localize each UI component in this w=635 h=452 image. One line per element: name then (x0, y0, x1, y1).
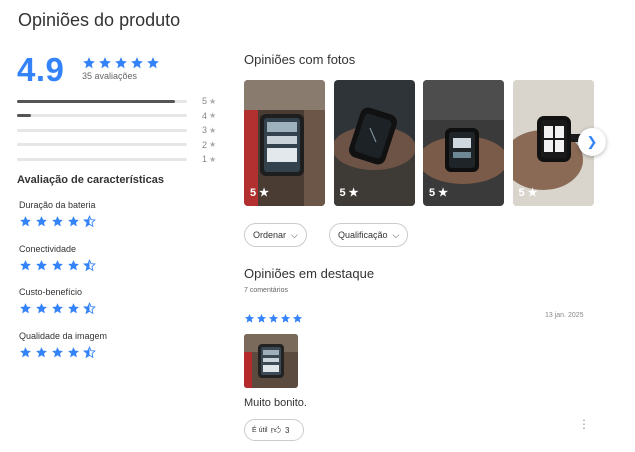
distribution-label: 1 (201, 154, 207, 164)
more-options-icon[interactable]: ⋮ (578, 418, 590, 430)
star-half-icon (83, 345, 96, 359)
star-full-icon (51, 302, 64, 315)
rating-distribution-row: 5 ★ (17, 95, 220, 107)
useful-button[interactable]: É útil 👍︎ 3 (244, 419, 304, 441)
star-full-icon (67, 215, 80, 228)
characteristic-label: Qualidade da imagem (19, 330, 108, 341)
star-full-icon (19, 215, 32, 228)
star-half-icon (83, 215, 96, 228)
chevron-right-icon: ❯ (586, 134, 598, 149)
distribution-label: 3 (201, 125, 207, 135)
photo-rating: 5 ★ (429, 187, 449, 199)
star-full-icon (268, 313, 279, 324)
useful-label: É útil (252, 426, 268, 434)
characteristic-label: Conectividade (19, 243, 77, 254)
distribution-bar-fill (17, 99, 176, 103)
star-full-icon (19, 259, 32, 272)
review-text: Muito bonito. (244, 397, 307, 409)
star-full-icon (256, 313, 267, 324)
distribution-bar (17, 99, 187, 103)
chevron-down-icon: ⌵ (392, 229, 400, 240)
star-full-icon (292, 313, 303, 324)
star-full-icon (67, 302, 80, 315)
star-full-icon (35, 346, 48, 359)
characteristic-stars (19, 215, 99, 233)
star-full-icon (35, 259, 48, 272)
featured-title: Opiniões em destaque (244, 266, 375, 281)
distribution-bar (17, 114, 187, 117)
chevron-down-icon: ⌵ (291, 229, 298, 240)
star-full-icon (35, 302, 48, 315)
distribution-label: 4 (201, 110, 207, 121)
useful-count: 3 (285, 425, 290, 435)
star-full-icon (146, 56, 160, 70)
photo-rating: 5 ★ (250, 187, 270, 199)
page-title: Opiniões do produto (18, 10, 181, 30)
star-half-icon (83, 302, 96, 315)
rating-count: 35 avaliações (82, 71, 138, 81)
comments-count: 7 comentários (244, 287, 288, 294)
star-full-icon (67, 259, 80, 272)
distribution-bar (17, 128, 187, 132)
photo-rating: 5 ★ (339, 187, 359, 199)
rating-filter-dropdown[interactable]: Qualificação ⌵ (329, 223, 409, 247)
characteristic-label: Custo-benefício (19, 287, 83, 297)
rating-distribution-row: 4 ★ (17, 110, 220, 122)
photo-rating: 5 ★ (518, 187, 538, 199)
star-full-icon (51, 346, 64, 359)
photos-next-button[interactable]: ❯ (578, 128, 606, 156)
star-full-icon (51, 215, 64, 228)
star-full-icon (130, 56, 144, 70)
characteristic-stars (19, 258, 99, 277)
thumbs-up-icon: 👍︎ (270, 425, 282, 436)
distribution-bar-fill (17, 114, 31, 117)
star-full-icon (280, 313, 291, 324)
order-label: Ordenar (253, 230, 287, 240)
star-full-icon (67, 346, 80, 359)
characteristic-label: Duração da bateria (19, 200, 96, 210)
star-full-icon (244, 313, 255, 324)
review-photo-card[interactable]: 5 ★ (333, 80, 415, 206)
star-full-icon (51, 259, 64, 272)
star-full-icon (35, 215, 48, 228)
rating-distribution-row: 3 ★ (17, 124, 220, 136)
order-dropdown[interactable]: Ordenar ⌵ (244, 223, 307, 247)
rating-filter-label: Qualificação (338, 230, 388, 240)
rating-distribution-row: 2 ★ (17, 139, 220, 151)
star-icon: ★ (209, 154, 217, 164)
star-icon: ★ (209, 125, 217, 135)
characteristics-title: Avaliação de características (17, 174, 164, 186)
star-half-icon (83, 258, 96, 272)
distribution-label: 5 (201, 96, 207, 106)
review-stars (244, 311, 304, 329)
star-full-icon (98, 56, 112, 70)
star-full-icon (19, 346, 32, 359)
review-photo[interactable] (244, 334, 298, 388)
review-photo-card[interactable]: 5 ★ (244, 80, 325, 206)
star-full-icon (114, 56, 128, 70)
distribution-bar (17, 157, 187, 161)
average-rating: 4.9 (17, 51, 65, 88)
distribution-label: 2 (201, 139, 207, 150)
rating-distribution-row: 1 ★ (17, 153, 220, 165)
review-photo-card[interactable]: 5 ★ (423, 80, 504, 206)
star-full-icon (19, 302, 32, 315)
review-date: 13 jan. 2025 (545, 312, 584, 319)
photos-section-title: Opiniões com fotos (244, 52, 356, 67)
characteristic-stars (19, 345, 99, 364)
characteristic-stars (19, 302, 99, 320)
star-icon: ★ (209, 140, 217, 149)
star-full-icon (82, 56, 96, 70)
star-icon: ★ (209, 96, 217, 106)
star-icon: ★ (209, 111, 217, 120)
distribution-bar (17, 143, 187, 146)
